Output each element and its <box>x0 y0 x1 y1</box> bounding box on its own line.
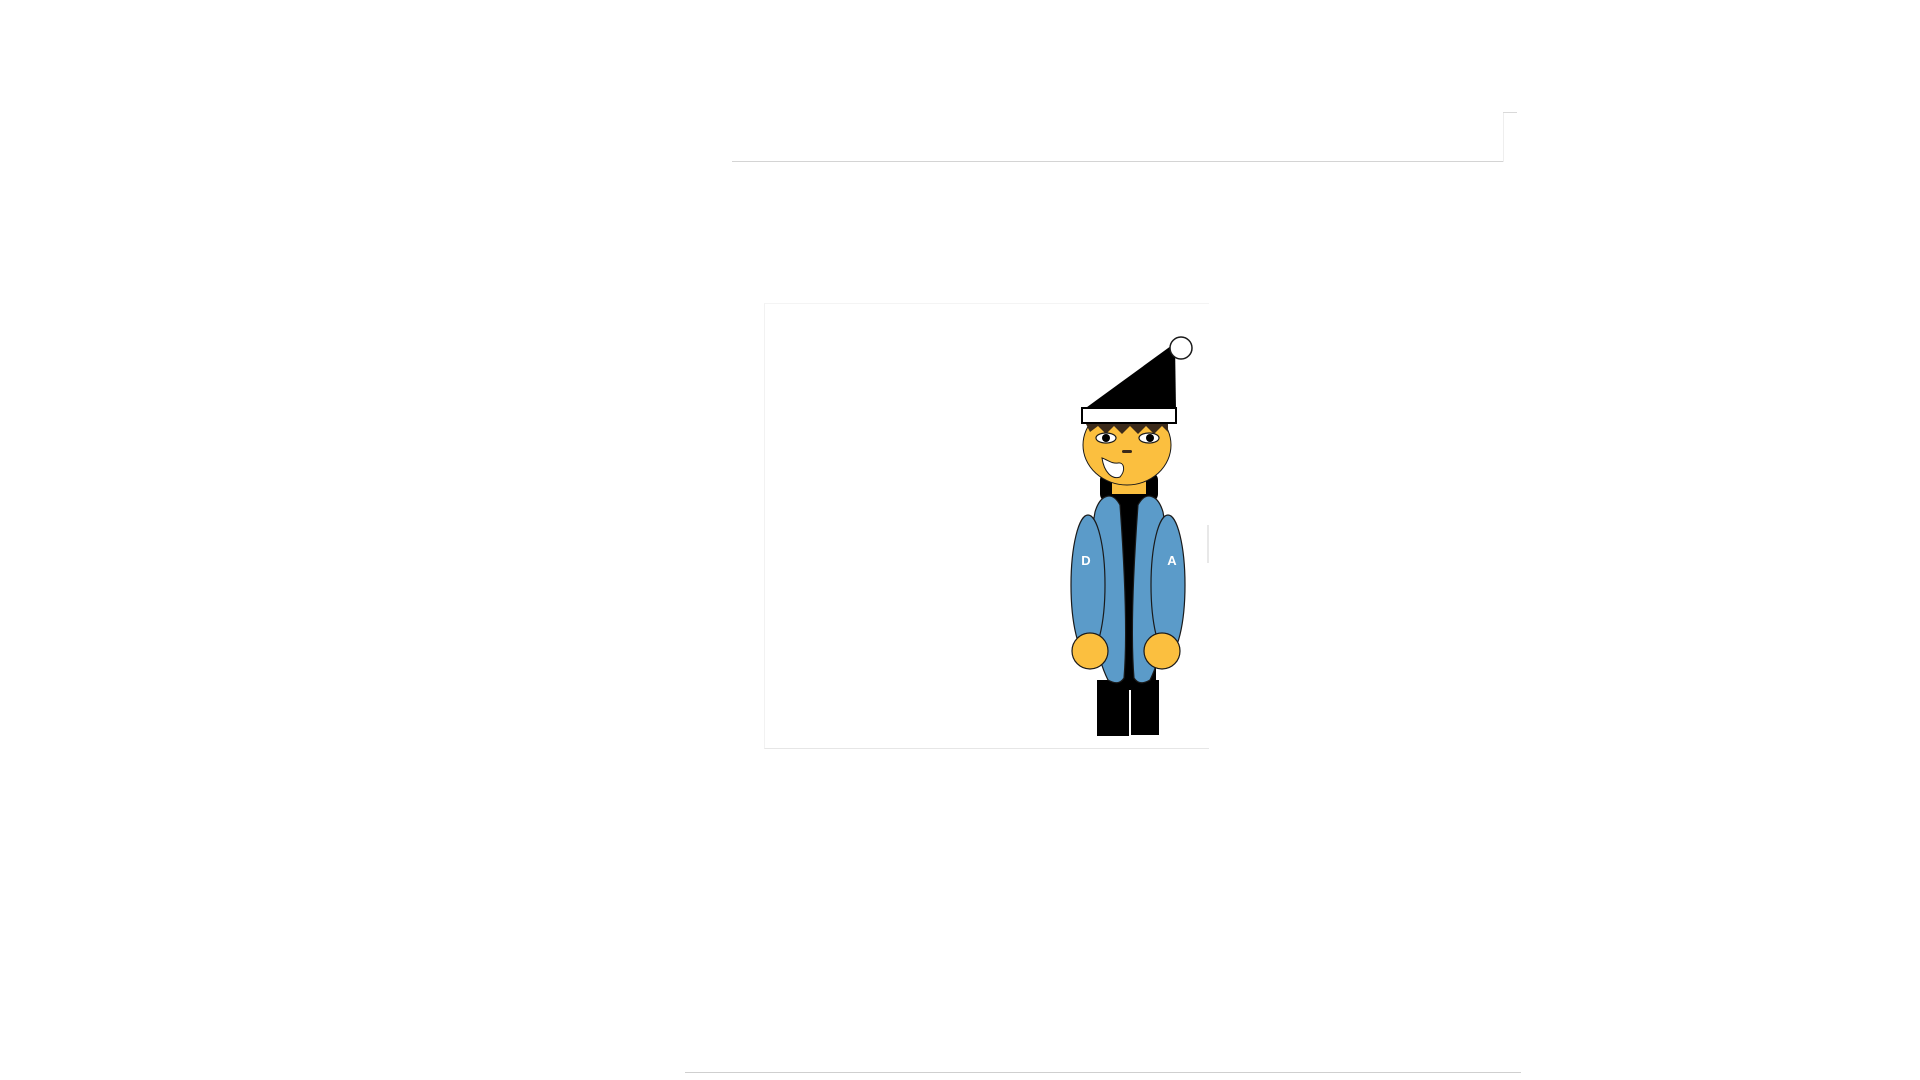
character-illustration: D A <box>1070 336 1193 736</box>
right-hand <box>1143 632 1181 670</box>
bottom-divider <box>685 1072 1521 1073</box>
left-hand <box>1071 632 1109 670</box>
nose <box>1122 450 1132 453</box>
hat <box>1083 343 1176 410</box>
left-pupil <box>1102 434 1110 442</box>
page: D A <box>0 0 1920 1080</box>
left-sleeve-letter: D <box>1081 553 1090 568</box>
right-pupil <box>1146 434 1154 442</box>
right-sleeve-letter: A <box>1167 553 1177 568</box>
hat-band <box>1081 407 1177 424</box>
hat-pompom <box>1169 336 1193 360</box>
